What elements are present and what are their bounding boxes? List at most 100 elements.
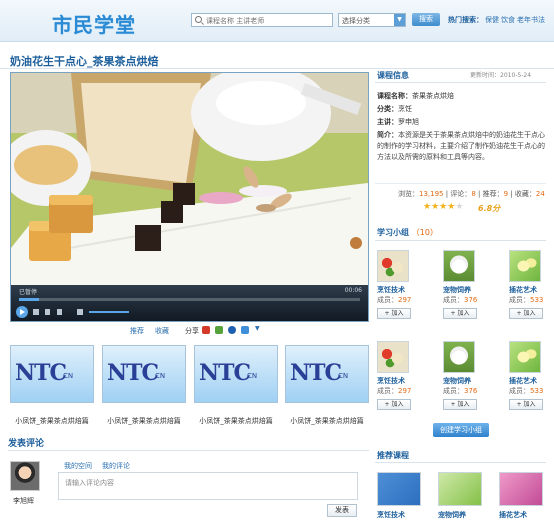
video-frame[interactable]: [11, 73, 368, 285]
star-icon[interactable]: ★: [423, 202, 431, 212]
recommend-item[interactable]: 插花艺术: [499, 472, 543, 522]
ntc-tag: CN: [338, 372, 349, 380]
related-item[interactable]: NTC CN 小凤饼_茶果茶点烘焙篇: [285, 345, 369, 430]
share-qq-icon[interactable]: [202, 326, 210, 334]
share-kaixin-icon[interactable]: [241, 326, 249, 334]
group-name[interactable]: 宠物饲养: [443, 376, 471, 386]
avatar[interactable]: [10, 461, 40, 491]
group-name[interactable]: 烹饪技术: [377, 285, 405, 295]
join-button[interactable]: + 加入: [443, 399, 477, 410]
info-value: 茶果茶点烘焙: [412, 92, 454, 100]
player-time: 00:06: [344, 287, 362, 294]
ntc-logo: NTC: [199, 360, 251, 386]
tab-my-comments[interactable]: 我的评论: [102, 461, 130, 471]
related-item[interactable]: NTC CN 小凤饼_茶果茶点烘焙篇: [194, 345, 278, 430]
related-caption[interactable]: 小凤饼_茶果茶点烘焙篇: [194, 416, 278, 426]
join-button[interactable]: + 加入: [443, 308, 477, 319]
next-icon[interactable]: [57, 309, 62, 315]
recommend-thumbnail[interactable]: [377, 472, 421, 506]
user-name[interactable]: 李旭辉: [13, 496, 34, 506]
course-info-heading: 课程信息: [377, 71, 409, 80]
group-thumbnail[interactable]: [509, 341, 541, 373]
group-name[interactable]: 宠物饲养: [443, 285, 471, 295]
info-row: 课程名称：茶果茶点烘焙: [377, 90, 547, 102]
recommend-thumbnail[interactable]: [499, 472, 543, 506]
ntc-logo: NTC: [107, 360, 159, 386]
group-name[interactable]: 插花艺术: [509, 285, 537, 295]
related-item[interactable]: NTC CN 小凤饼_茶果茶点烘焙篇: [102, 345, 186, 430]
ntc-tag: CN: [63, 372, 74, 380]
hot-link-1[interactable]: 保健: [485, 16, 499, 24]
group-item[interactable]: 烹饪技术 成员：297 + 加入: [377, 250, 427, 330]
progress-bar[interactable]: [19, 298, 360, 301]
volume-slider[interactable]: [89, 311, 129, 313]
group-item[interactable]: 宠物饲养 成员：376 + 加入: [443, 250, 493, 330]
search-box[interactable]: [191, 13, 333, 27]
recommend-name[interactable]: 宠物饲养: [438, 510, 466, 520]
recommend-item[interactable]: 烹饪技术: [377, 472, 421, 522]
play-icon[interactable]: [16, 306, 28, 318]
site-logo[interactable]: 市民学堂: [52, 9, 136, 38]
ntc-logo: NTC: [290, 360, 342, 386]
star-icon[interactable]: ★: [431, 202, 439, 212]
submit-comment-button[interactable]: 发表: [327, 504, 357, 517]
video-still-image: [11, 73, 368, 285]
category-select[interactable]: 选择分类 ▼: [338, 13, 406, 27]
rating-stars[interactable]: ★★★★★: [423, 202, 463, 212]
video-player[interactable]: 已暂停 00:06: [10, 72, 369, 322]
share-more-icon[interactable]: ▼: [255, 325, 260, 332]
stop-icon[interactable]: [33, 309, 39, 315]
recommend-link[interactable]: 推荐: [130, 326, 144, 336]
related-caption[interactable]: 小凤饼_茶果茶点烘焙篇: [102, 416, 186, 426]
members-count: 297: [398, 296, 412, 304]
join-button[interactable]: + 加入: [377, 399, 411, 410]
search-button[interactable]: 搜索: [412, 13, 440, 26]
volume-icon[interactable]: [77, 309, 83, 315]
comment-input[interactable]: 请输入评论内容: [58, 472, 358, 500]
share-renren-icon[interactable]: [228, 326, 236, 334]
hot-search-label: 热门搜索：: [448, 16, 483, 24]
favorite-link[interactable]: 收藏: [155, 326, 169, 336]
group-thumbnail[interactable]: [377, 250, 409, 282]
group-item[interactable]: 烹饪技术 成员：297 + 加入: [377, 341, 427, 421]
group-thumbnail[interactable]: [443, 341, 475, 373]
hot-link-2[interactable]: 饮食: [501, 16, 515, 24]
group-thumbnail[interactable]: [509, 250, 541, 282]
group-item[interactable]: 插花艺术 成员：533 + 加入: [509, 250, 554, 330]
related-caption[interactable]: 小凤饼_茶果茶点烘焙篇: [285, 416, 369, 426]
group-item[interactable]: 插花艺术 成员：533 + 加入: [509, 341, 554, 421]
hot-link-3[interactable]: 老年书法: [517, 16, 545, 24]
recommend-thumbnail[interactable]: [438, 472, 482, 506]
player-status: 已暂停: [19, 289, 38, 296]
share-weibo-icon[interactable]: [215, 326, 223, 334]
prev-icon[interactable]: [45, 309, 50, 315]
recommend-name[interactable]: 烹饪技术: [377, 510, 405, 520]
related-thumbnail[interactable]: NTC CN: [285, 345, 369, 403]
group-item[interactable]: 宠物饲养 成员：376 + 加入: [443, 341, 493, 421]
related-thumbnail[interactable]: NTC CN: [10, 345, 94, 403]
chevron-down-icon[interactable]: ▼: [394, 14, 405, 26]
related-thumbnail[interactable]: NTC CN: [102, 345, 186, 403]
join-button[interactable]: + 加入: [509, 308, 543, 319]
recommend-item[interactable]: 宠物饲养: [438, 472, 482, 522]
group-thumbnail[interactable]: [377, 341, 409, 373]
members-count: 376: [464, 296, 478, 304]
members-count: 533: [530, 296, 544, 304]
join-button[interactable]: + 加入: [509, 399, 543, 410]
tab-my-space[interactable]: 我的空间: [64, 461, 92, 471]
recommend-name[interactable]: 插花艺术: [499, 510, 527, 520]
related-caption[interactable]: 小凤饼_茶果茶点烘焙篇: [10, 416, 94, 426]
search-input[interactable]: [206, 15, 330, 26]
group-name[interactable]: 烹饪技术: [377, 376, 405, 386]
recommend-label: 推荐：: [482, 190, 504, 198]
group-name[interactable]: 插花艺术: [509, 376, 537, 386]
group-members: 成员：297: [377, 386, 411, 396]
group-thumbnail[interactable]: [443, 250, 475, 282]
create-group-button[interactable]: 创建学习小组: [433, 423, 489, 437]
divider: [375, 240, 546, 241]
related-item[interactable]: NTC CN 小凤饼_茶果茶点烘焙篇: [10, 345, 94, 430]
join-button[interactable]: + 加入: [377, 308, 411, 319]
related-thumbnail[interactable]: NTC CN: [194, 345, 278, 403]
star-empty-icon[interactable]: ★: [455, 202, 463, 212]
desc-label: 简介：: [377, 131, 398, 139]
